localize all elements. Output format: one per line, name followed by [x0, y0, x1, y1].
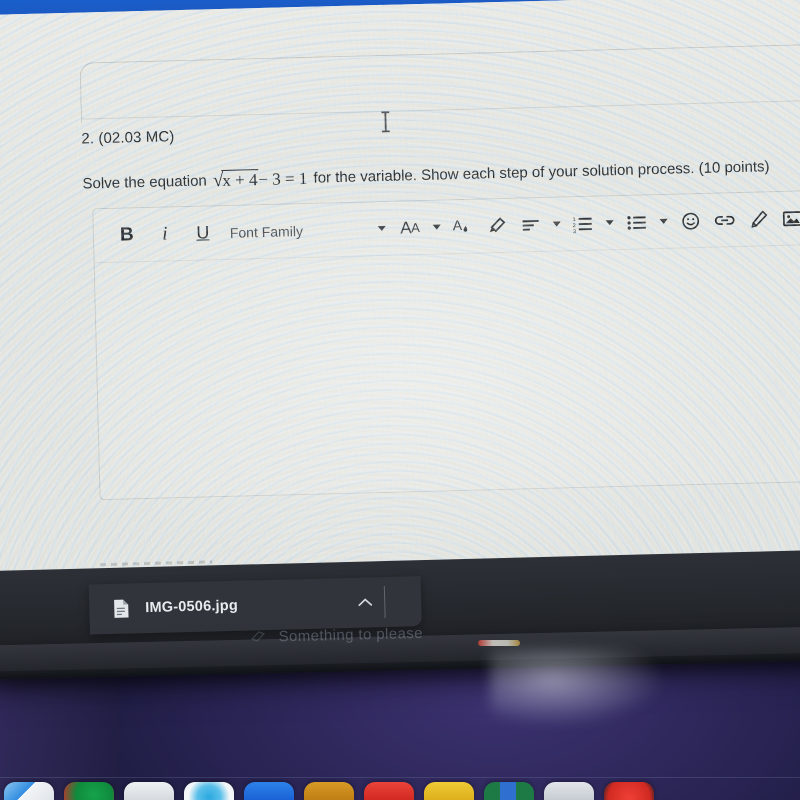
numbered-list-icon[interactable]: 1 2 3 — [565, 208, 600, 239]
chevron-down-icon[interactable] — [653, 206, 674, 236]
font-size-large-glyph: A — [399, 217, 412, 238]
desk-light-glare — [490, 648, 670, 728]
pencil-draw-icon[interactable] — [741, 204, 776, 235]
download-file-name: IMG-0506.jpg — [145, 597, 239, 617]
font-family-select[interactable]: Font Family — [221, 214, 372, 248]
desk-object-sliver — [478, 640, 520, 646]
align-left-icon[interactable] — [513, 209, 548, 240]
italic-icon[interactable]: i — [145, 219, 184, 250]
equation-rest: − 3 = 1 — [258, 168, 308, 190]
dock-icon-safari[interactable] — [184, 782, 234, 800]
chevron-down-icon[interactable] — [427, 212, 446, 242]
laptop-screen: 2. (02.03 MC) Solve the equation √x + 4−… — [0, 0, 800, 678]
prompt-after-text: for the variable. Show each step of your… — [313, 158, 770, 187]
underline-icon[interactable]: U — [183, 218, 222, 249]
file-document-icon — [111, 597, 132, 619]
chevron-down-icon[interactable] — [547, 209, 566, 239]
sticker-icon — [250, 629, 266, 646]
bold-icon[interactable]: B — [107, 219, 146, 250]
font-size-button[interactable]: AA — [391, 212, 428, 243]
image-icon[interactable] — [775, 203, 800, 234]
photo-of-laptop-screen: 2. (02.03 MC) Solve the equation √x + 4−… — [0, 0, 800, 800]
dock-icon-finder[interactable] — [4, 782, 54, 800]
download-item[interactable]: IMG-0506.jpg — [89, 591, 384, 620]
dock-icon-app-green-red[interactable] — [64, 782, 114, 800]
dock-icon-app-blue[interactable] — [244, 782, 294, 800]
dock-icon-app-yellow[interactable] — [424, 782, 474, 800]
chevron-down-icon[interactable] — [599, 207, 620, 237]
highlighter-icon[interactable] — [479, 210, 514, 241]
radicand: x + 4 — [221, 169, 259, 191]
bullet-list-icon[interactable] — [619, 207, 654, 238]
text-ibeam-cursor — [381, 111, 391, 133]
page-surface: 2. (02.03 MC) Solve the equation √x + 4−… — [0, 0, 800, 610]
dock-icon-launchpad[interactable] — [124, 782, 174, 800]
macos-dock — [0, 778, 800, 800]
equation: √x + 4− 3 = 1 — [213, 167, 308, 194]
question-prompt: Solve the equation √x + 4− 3 = 1 for the… — [82, 154, 800, 197]
dock-icon-app-red[interactable] — [364, 782, 414, 800]
svg-text:A: A — [452, 216, 462, 232]
dock-icon-app-excel[interactable] — [484, 782, 534, 800]
editor-text-area[interactable] — [95, 243, 800, 501]
rich-text-editor: B i U Font Family AA A 1 2 3 — [92, 187, 800, 501]
question-block: 2. (02.03 MC) Solve the equation √x + 4−… — [81, 112, 800, 197]
chevron-up-icon[interactable] — [356, 595, 374, 609]
svg-text:3: 3 — [573, 229, 576, 235]
dock-icon-app-white[interactable] — [544, 782, 594, 800]
font-size-small-glyph: A — [410, 220, 420, 236]
hinge-text-label: Something to please — [278, 624, 424, 646]
chevron-down-icon[interactable] — [371, 213, 392, 243]
emoji-smiley-icon[interactable] — [673, 205, 708, 236]
download-bar-divider — [383, 586, 386, 619]
dock-icon-app-red-circle[interactable] — [604, 782, 654, 800]
text-color-icon[interactable]: A — [445, 211, 480, 242]
link-icon[interactable] — [707, 204, 742, 235]
prompt-before-text: Solve the equation — [82, 172, 207, 193]
dock-icon-app-orange[interactable] — [304, 782, 354, 800]
